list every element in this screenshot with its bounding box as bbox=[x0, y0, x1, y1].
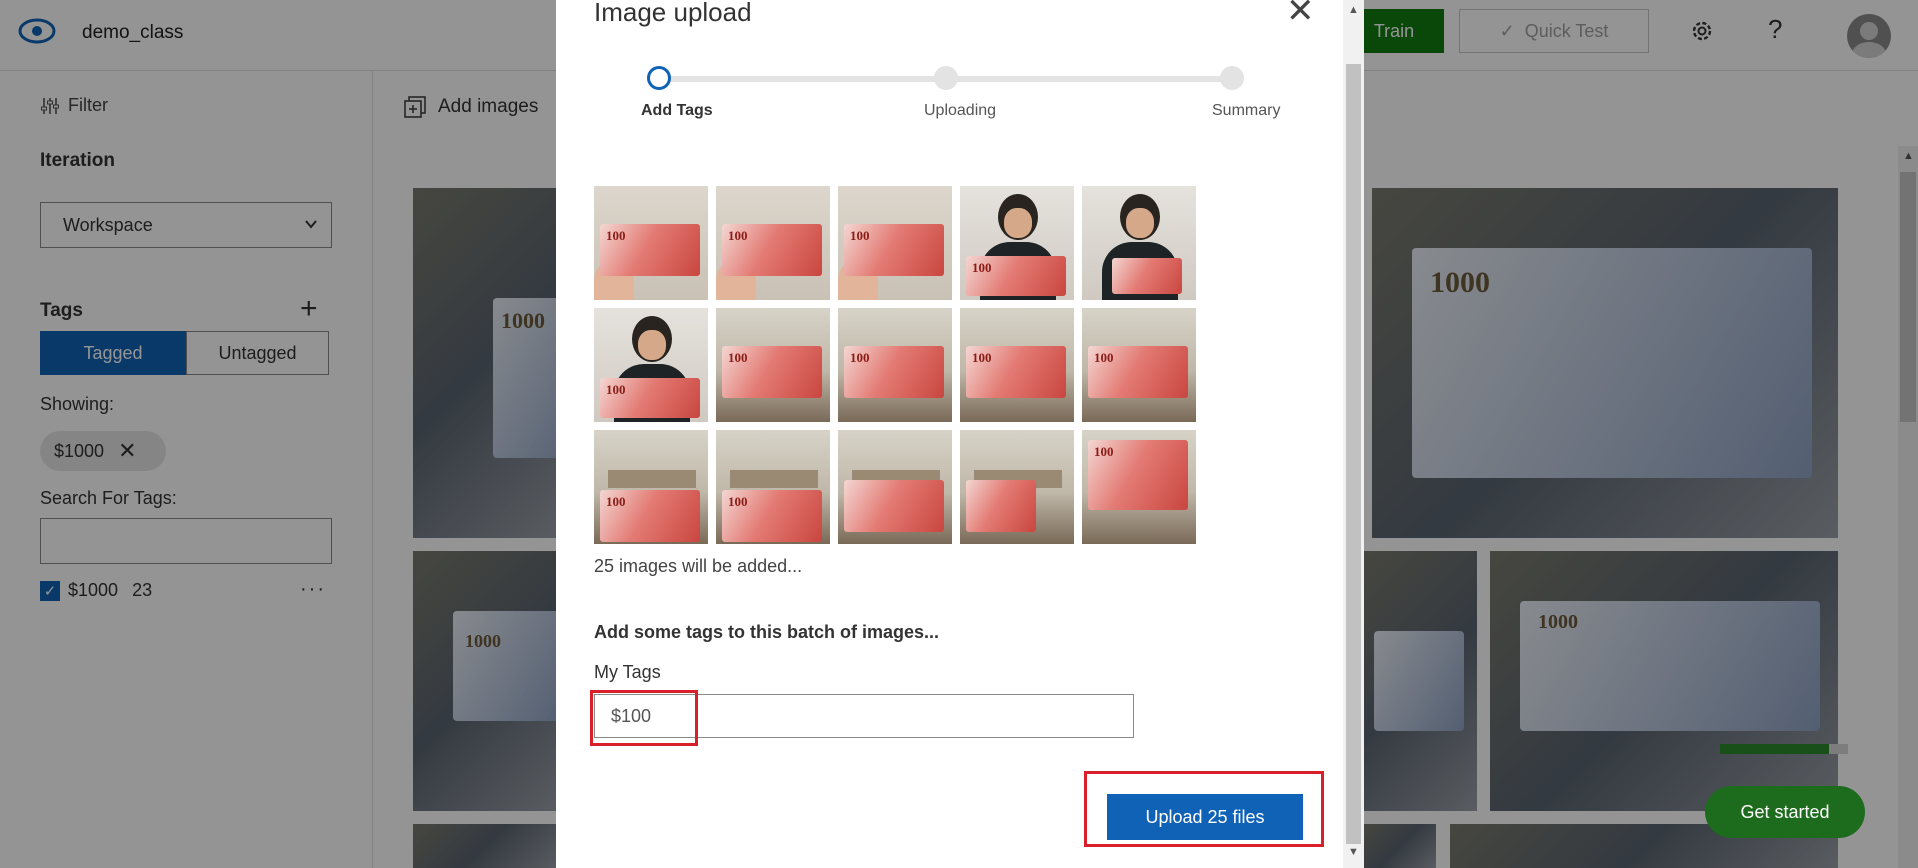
thumb-bill-number: 100 bbox=[972, 260, 992, 275]
dialog-scrollbar-thumb[interactable] bbox=[1346, 64, 1361, 844]
get-started-button[interactable]: Get started bbox=[1705, 786, 1865, 838]
step-uploading-dot bbox=[934, 66, 958, 90]
step-add-tags-dot bbox=[647, 66, 671, 90]
thumb-bill-number: 100 bbox=[1094, 444, 1114, 459]
batch-tags-heading: Add some tags to this batch of images... bbox=[594, 622, 940, 642]
image-thumbnail: 100 bbox=[960, 186, 1074, 300]
image-thumbnail: 100 bbox=[716, 430, 830, 544]
highlight-box-tag bbox=[590, 690, 698, 746]
thumbnail-grid: 100 100 100 100 100 100 100 100 100 100 … bbox=[594, 186, 1196, 544]
image-thumbnail: 100 bbox=[838, 186, 952, 300]
image-thumbnail bbox=[838, 430, 952, 544]
image-thumbnail bbox=[960, 430, 1074, 544]
thumb-bill-number: 100 bbox=[972, 350, 992, 365]
image-thumbnail: 100 bbox=[716, 186, 830, 300]
my-tags-label: My Tags bbox=[594, 662, 661, 682]
highlight-box-upload bbox=[1084, 771, 1324, 847]
image-upload-dialog: Image upload ✕ Add Tags Uploading Summar… bbox=[556, 0, 1364, 868]
image-thumbnail: 100 bbox=[594, 430, 708, 544]
step-uploading-label: Uploading bbox=[924, 102, 997, 119]
thumb-bill-number: 100 bbox=[728, 228, 748, 243]
step-summary-label: Summary bbox=[1212, 102, 1281, 119]
thumb-bill-number: 100 bbox=[728, 350, 748, 365]
images-count-text: 25 images will be added... bbox=[594, 556, 803, 576]
dialog-title: Image upload bbox=[594, 0, 752, 27]
image-thumbnail: 100 bbox=[1082, 430, 1196, 544]
image-thumbnail: 100 bbox=[594, 186, 708, 300]
image-thumbnail: 100 bbox=[838, 308, 952, 422]
image-thumbnail: 100 bbox=[1082, 308, 1196, 422]
image-thumbnail: 100 bbox=[594, 308, 708, 422]
thumb-bill-number: 100 bbox=[850, 228, 870, 243]
thumb-bill-number: 100 bbox=[728, 494, 748, 509]
step-summary-dot bbox=[1220, 66, 1244, 90]
thumb-bill-number: 100 bbox=[850, 350, 870, 365]
image-thumbnail bbox=[1082, 186, 1196, 300]
scroll-up-icon[interactable]: ▲ bbox=[1348, 4, 1359, 16]
thumb-bill-number: 100 bbox=[606, 382, 626, 397]
image-thumbnail: 100 bbox=[716, 308, 830, 422]
close-icon[interactable]: ✕ bbox=[1286, 0, 1315, 28]
step-add-tags-label: Add Tags bbox=[641, 102, 713, 119]
thumb-bill-number: 100 bbox=[606, 228, 626, 243]
thumb-bill-number: 100 bbox=[606, 494, 626, 509]
scroll-down-icon[interactable]: ▼ bbox=[1348, 846, 1359, 858]
image-thumbnail: 100 bbox=[960, 308, 1074, 422]
thumb-bill-number: 100 bbox=[1094, 350, 1114, 365]
